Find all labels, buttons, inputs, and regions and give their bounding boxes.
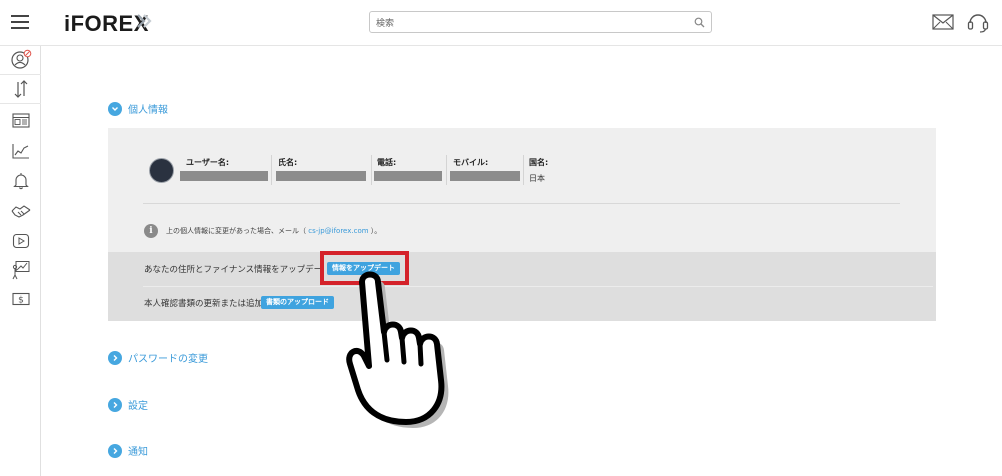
support-email-link[interactable]: cs-jp@iforex.com bbox=[308, 227, 368, 235]
password-title: パスワードの変更 bbox=[128, 354, 208, 365]
personal-info-panel: ユーザー名: 氏名: 電話: モバイル: 国名: 日本 i 上の個人情報に変更が… bbox=[108, 128, 936, 321]
sidebar-item-news[interactable] bbox=[0, 106, 41, 135]
upload-documents-button[interactable]: 書類のアップロード bbox=[261, 296, 334, 309]
sidebar-item-chart[interactable] bbox=[0, 136, 41, 165]
divider bbox=[143, 286, 933, 287]
mobile-redacted bbox=[450, 171, 520, 181]
sidebar-item-videos[interactable] bbox=[0, 226, 41, 255]
sidebar-item-transfer[interactable] bbox=[0, 75, 41, 104]
divider bbox=[371, 155, 372, 185]
chart-icon bbox=[11, 143, 29, 159]
dollar-icon: $ bbox=[11, 292, 30, 305]
update-actions: あなたの住所とファイナンス情報をアップデー 情報をアップデート 本人確認書類の更… bbox=[108, 252, 936, 321]
personal-info-title: 個人情報 bbox=[128, 105, 168, 116]
sidebar-item-profile[interactable] bbox=[0, 46, 41, 75]
notice-text: 上の個人情報に変更があった場合、メール（ bbox=[166, 227, 309, 235]
news-icon bbox=[11, 113, 30, 128]
search-icon[interactable] bbox=[694, 17, 705, 28]
notifications-title: 通知 bbox=[128, 447, 148, 458]
sidebar: $ bbox=[0, 46, 41, 476]
logo-chevrons-icon bbox=[137, 14, 152, 28]
divider bbox=[271, 155, 272, 185]
divider bbox=[446, 155, 447, 185]
chevron-right-icon bbox=[108, 350, 122, 365]
menu-icon[interactable] bbox=[11, 15, 29, 29]
username-label: ユーザー名: bbox=[186, 158, 230, 167]
password-toggle[interactable]: パスワードの変更 bbox=[108, 350, 208, 365]
notice-text-end: ）。 bbox=[368, 227, 382, 235]
sidebar-item-strategy[interactable] bbox=[0, 255, 41, 284]
search-input[interactable]: 検索 bbox=[369, 11, 712, 33]
profile-icon bbox=[10, 49, 31, 69]
transfer-icon bbox=[14, 80, 27, 98]
strategy-icon bbox=[12, 260, 29, 279]
sidebar-item-deals[interactable] bbox=[0, 196, 41, 225]
sidebar-item-alerts[interactable] bbox=[0, 166, 41, 195]
divider bbox=[143, 203, 900, 204]
svg-text:$: $ bbox=[18, 295, 24, 305]
divider bbox=[523, 155, 524, 185]
chevron-down-icon bbox=[108, 101, 122, 116]
name-redacted bbox=[276, 171, 366, 181]
top-header: iFOREX 検索 bbox=[0, 0, 1002, 46]
mail-icon[interactable] bbox=[932, 14, 954, 30]
phone-redacted bbox=[374, 171, 442, 181]
info-icon: i bbox=[144, 224, 158, 238]
handshake-icon bbox=[11, 204, 30, 218]
username-redacted bbox=[180, 171, 268, 181]
country-value: 日本 bbox=[529, 174, 545, 183]
chevron-right-icon bbox=[108, 443, 122, 458]
country-label: 国名: bbox=[529, 158, 549, 167]
support-headset-icon[interactable] bbox=[966, 10, 990, 34]
name-label: 氏名: bbox=[278, 158, 298, 167]
mobile-label: モバイル: bbox=[453, 158, 489, 167]
documents-text: 本人確認書類の更新または追加 bbox=[144, 299, 264, 309]
search-placeholder: 検索 bbox=[376, 19, 395, 29]
pointing-hand-icon bbox=[346, 271, 449, 428]
contact-notice: 上の個人情報に変更があった場合、メール（ cs-jp@iforex.com ）。 bbox=[166, 226, 381, 236]
address-update-text: あなたの住所とファイナンス情報をアップデー bbox=[144, 265, 323, 275]
settings-toggle[interactable]: 設定 bbox=[108, 397, 148, 412]
notifications-toggle[interactable]: 通知 bbox=[108, 443, 148, 458]
play-icon bbox=[12, 233, 29, 248]
chevron-right-icon bbox=[108, 397, 122, 412]
settings-title: 設定 bbox=[128, 401, 148, 412]
personal-info-toggle[interactable]: 個人情報 bbox=[108, 101, 168, 116]
avatar bbox=[149, 158, 174, 183]
sidebar-item-funding[interactable]: $ bbox=[0, 284, 41, 313]
phone-label: 電話: bbox=[377, 158, 397, 167]
bell-icon bbox=[12, 172, 29, 189]
